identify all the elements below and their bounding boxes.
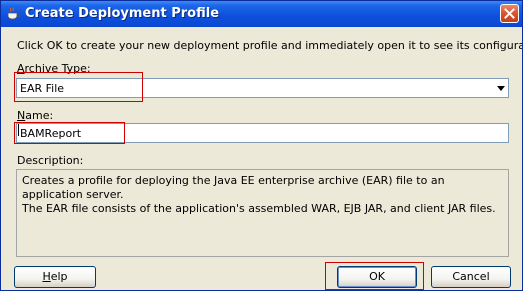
description-label: Description: [17,154,84,167]
archive-type-mnemonic: A [17,62,25,75]
text-caret [18,124,19,136]
window-title: Create Deployment Profile [25,6,220,21]
help-mnemonic: H [42,270,51,283]
name-label-rest: ame: [25,109,54,122]
name-label: Name: [17,109,53,122]
archive-type-value: EAR File [20,82,65,95]
create-deployment-profile-dialog: Create Deployment Profile Click OK to cr… [0,0,523,291]
cancel-button[interactable]: Cancel [431,266,511,288]
coffee-cup-icon [5,6,21,22]
name-mnemonic: N [17,109,26,122]
description-line-2: The EAR file consists of the application… [22,202,496,215]
description-line-1: Creates a profile for deploying the Java… [22,174,445,201]
close-icon [504,8,515,19]
ok-button[interactable]: OK [337,266,417,288]
archive-type-label: Archive Type: [17,62,91,75]
help-button[interactable]: Help [14,266,96,288]
description-text-area: Creates a profile for deploying the Java… [16,169,509,257]
archive-type-select[interactable]: EAR File [16,78,509,98]
name-input-value: BAMReport [20,127,82,140]
intro-text: Click OK to create your new deployment p… [17,39,523,52]
chevron-down-icon[interactable] [497,86,505,91]
close-button[interactable] [500,4,519,23]
title-bar[interactable]: Create Deployment Profile [1,1,522,27]
name-input[interactable]: BAMReport [16,123,509,143]
archive-type-label-rest: rchive Type: [24,62,91,75]
help-label-rest: elp [50,270,68,283]
